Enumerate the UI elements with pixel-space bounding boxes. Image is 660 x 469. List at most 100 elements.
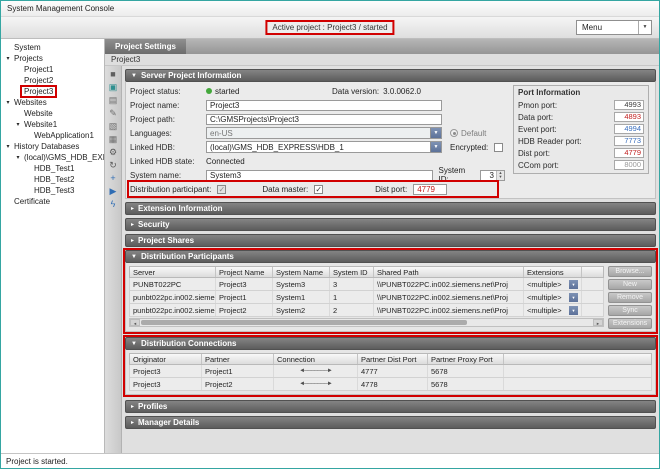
tree-expander-icon[interactable]: ▾ bbox=[4, 99, 12, 106]
new-project-icon[interactable]: ▤ bbox=[107, 94, 120, 106]
section-profiles-header[interactable]: ▸ Profiles bbox=[125, 400, 656, 413]
participants-h-scrollbar[interactable]: ◄ ► bbox=[129, 318, 604, 327]
tree-expander-icon[interactable]: ▾ bbox=[14, 154, 22, 161]
scroll-right-icon[interactable]: ► bbox=[593, 319, 603, 326]
spinner-down-icon[interactable]: ▼ bbox=[497, 175, 504, 180]
sync-button[interactable]: Sync bbox=[608, 305, 652, 316]
participants-column-header-system-id[interactable]: System ID bbox=[330, 267, 374, 277]
extensions-button[interactable]: Extensions bbox=[608, 318, 652, 329]
participant-extensions-cell[interactable]: <multiple>▼ bbox=[524, 304, 582, 316]
section-title: Distribution Participants bbox=[141, 252, 234, 261]
tree-item-history-databases[interactable]: ▾History Databases bbox=[1, 141, 104, 152]
section-title: Security bbox=[138, 220, 170, 229]
connection-cell: ◄───────► bbox=[274, 365, 358, 377]
tree-item-hdb-test1[interactable]: HDB_Test1 bbox=[1, 163, 104, 174]
connections-table-body: Project3Project1◄───────►47775678Project… bbox=[129, 365, 652, 391]
participants-table-row[interactable]: PUNBT022PCProject3System33\\PUNBT022PC.i… bbox=[129, 278, 604, 291]
tree-item-hdb-test3[interactable]: HDB_Test3 bbox=[1, 185, 104, 196]
participant-cell: Project3 bbox=[216, 278, 273, 290]
linked-hdb-dropdown[interactable]: (local)\GMS_HDB_EXPRESS\HDB_1 ▼ bbox=[206, 141, 442, 153]
system-id-stepper[interactable]: 3 ▲▼ bbox=[480, 170, 505, 181]
tree-item-certificate[interactable]: Certificate bbox=[1, 196, 104, 207]
section-title: Profiles bbox=[138, 402, 167, 411]
tree-item-webapplication1[interactable]: WebApplication1 bbox=[1, 130, 104, 141]
connection-cell: ◄───────► bbox=[274, 378, 358, 390]
section-distribution-participants-header[interactable]: ▼ Distribution Participants bbox=[125, 250, 656, 263]
tree-item-hdb-test2[interactable]: HDB_Test2 bbox=[1, 174, 104, 185]
connections-table-row[interactable]: Project3Project2◄───────►47785678 bbox=[129, 378, 652, 391]
port-value: 4779 bbox=[614, 148, 644, 158]
edit-project-icon[interactable]: ✎ bbox=[107, 107, 120, 119]
default-radio[interactable] bbox=[450, 129, 458, 137]
spinner-buttons[interactable]: ▲▼ bbox=[496, 171, 504, 180]
connections-column-header-partner[interactable]: Partner bbox=[202, 354, 274, 364]
project-monitor-icon[interactable]: ▣ bbox=[107, 81, 120, 93]
connections-column-header-partner-dist-port[interactable]: Partner Dist Port bbox=[358, 354, 428, 364]
connections-column-header-partner-proxy-port[interactable]: Partner Proxy Port bbox=[428, 354, 504, 364]
participant-extensions-cell[interactable]: <multiple>▼ bbox=[524, 278, 582, 290]
upgrade-icon[interactable]: ϟ bbox=[107, 198, 120, 210]
participant-extensions-cell[interactable]: <multiple>▼ bbox=[524, 291, 582, 303]
chevron-down-icon[interactable]: ▼ bbox=[569, 293, 578, 302]
tree-expander-icon[interactable]: ▾ bbox=[4, 143, 12, 150]
expand-arrow-icon: ▸ bbox=[131, 420, 134, 426]
distribution-participant-checkbox[interactable] bbox=[217, 185, 226, 194]
tree-expander-icon[interactable]: ▾ bbox=[4, 55, 12, 62]
section-extension-information-header[interactable]: ▸ Extension Information bbox=[125, 202, 656, 215]
data-version-value: 3.0.0062.0 bbox=[383, 87, 421, 96]
participants-column-header-system-name[interactable]: System Name bbox=[273, 267, 330, 277]
encrypted-checkbox[interactable] bbox=[494, 143, 503, 152]
chevron-down-icon[interactable]: ▼ bbox=[430, 128, 441, 138]
restore-icon[interactable]: ↻ bbox=[107, 159, 120, 171]
browse-button[interactable]: Browse... bbox=[608, 266, 652, 277]
section-project-shares-header[interactable]: ▸ Project Shares bbox=[125, 234, 656, 247]
section-server-project-information-header[interactable]: ▼ Server Project Information bbox=[125, 69, 656, 82]
tree-item-project3[interactable]: Project3 bbox=[1, 86, 104, 97]
scroll-left-icon[interactable]: ◄ bbox=[130, 319, 140, 326]
participants-table-row[interactable]: punbt022pc.in002.siemerProject1System11\… bbox=[129, 291, 604, 304]
languages-dropdown[interactable]: en-US ▼ bbox=[206, 127, 442, 139]
stop-project-icon[interactable]: ■ bbox=[107, 68, 120, 80]
system-name-field[interactable]: System3 bbox=[206, 170, 433, 181]
scroll-thumb[interactable] bbox=[141, 320, 467, 325]
tree-item-website[interactable]: Website bbox=[1, 108, 104, 119]
dist-port-field[interactable]: 4779 bbox=[413, 184, 447, 195]
participants-column-header-project-name[interactable]: Project Name bbox=[216, 267, 273, 277]
tree-item-project2[interactable]: Project2 bbox=[1, 75, 104, 86]
project-path-field[interactable]: C:\GMSProjects\Project3 bbox=[206, 114, 442, 125]
connections-column-header-connection[interactable]: Connection bbox=[274, 354, 358, 364]
copy-project-icon[interactable]: ▧ bbox=[107, 120, 120, 132]
settings-icon[interactable]: ⚙ bbox=[107, 146, 120, 158]
window-titlebar: System Management Console bbox=[1, 1, 659, 17]
collapse-arrow-icon: ▼ bbox=[131, 254, 137, 260]
participants-column-header-server[interactable]: Server bbox=[130, 267, 216, 277]
section-security-header[interactable]: ▸ Security bbox=[125, 218, 656, 231]
participants-table-row[interactable]: punbt022pc.in002.siemerProject2System22\… bbox=[129, 304, 604, 317]
tree-item-projects[interactable]: ▾Projects bbox=[1, 53, 104, 64]
connections-column-header-originator[interactable]: Originator bbox=[130, 354, 202, 364]
chevron-down-icon[interactable]: ▼ bbox=[569, 306, 578, 315]
participants-column-header-shared-path[interactable]: Shared Path bbox=[374, 267, 524, 277]
section-manager-details-header[interactable]: ▸ Manager Details bbox=[125, 416, 656, 429]
participants-column-header-extensions[interactable]: Extensions bbox=[524, 267, 582, 277]
tree-item-project1[interactable]: Project1 bbox=[1, 64, 104, 75]
menu-dropdown[interactable]: Menu ▼ bbox=[576, 20, 652, 35]
chevron-down-icon[interactable]: ▼ bbox=[430, 142, 441, 152]
tree-item-local-gms-hdb-express[interactable]: ▾(local)\GMS_HDB_EXPRESS bbox=[1, 152, 104, 163]
new-button[interactable]: New bbox=[608, 279, 652, 290]
data-master-checkbox[interactable] bbox=[314, 185, 323, 194]
chevron-down-icon[interactable]: ▼ bbox=[569, 280, 578, 289]
tree-expander-icon[interactable]: ▾ bbox=[14, 121, 22, 128]
tree-item-system[interactable]: System bbox=[1, 42, 104, 53]
section-distribution-connections-header[interactable]: ▼ Distribution Connections bbox=[125, 337, 656, 350]
tree-item-websites[interactable]: ▾Websites bbox=[1, 97, 104, 108]
connections-table-row[interactable]: Project3Project1◄───────►47775678 bbox=[129, 365, 652, 378]
remove-button[interactable]: Remove bbox=[608, 292, 652, 303]
save-project-icon[interactable]: ▦ bbox=[107, 133, 120, 145]
start-project-icon[interactable]: ▶ bbox=[107, 185, 120, 197]
add-icon[interactable]: + bbox=[107, 172, 120, 184]
project-name-field[interactable]: Project3 bbox=[206, 100, 442, 111]
tab-project-settings[interactable]: Project Settings bbox=[105, 39, 186, 54]
scroll-track[interactable] bbox=[140, 319, 593, 326]
tree-item-website1[interactable]: ▾Website1 bbox=[1, 119, 104, 130]
